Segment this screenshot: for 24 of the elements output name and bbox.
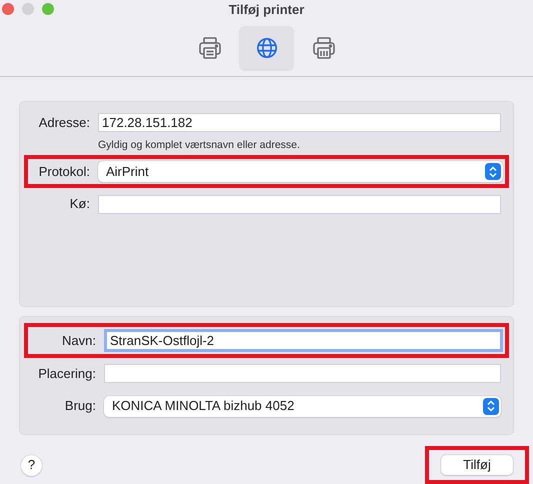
text-field[interactable] [98, 194, 501, 214]
text-field[interactable]: 172.28.151.182 [98, 113, 501, 132]
help-button[interactable]: ? [21, 454, 42, 476]
close-button[interactable] [2, 3, 14, 15]
field-label: Protokol: [38, 163, 90, 181]
stepper-chevron-icon [485, 163, 501, 180]
fax-printer-icon [312, 36, 336, 60]
globe-icon [256, 37, 278, 59]
popup-menu[interactable]: AirPrint [98, 161, 503, 182]
hint-text: Gyldig og komplet værtsnavn eller adresse. [98, 138, 301, 152]
toolbar-tab[interactable] [239, 26, 294, 70]
text-field[interactable] [104, 364, 501, 384]
field-label: Kø: [68, 195, 90, 214]
field-label: Navn: [61, 332, 96, 350]
text-field[interactable]: StranSK-Ostflojl-2 [104, 329, 503, 352]
field-label: Placering: [37, 365, 96, 383]
popup-menu[interactable]: KONICA MINOLTA bizhub 4052 [104, 396, 501, 416]
add-button[interactable]: Tilføj [441, 454, 513, 475]
zoom-button[interactable] [42, 3, 54, 15]
field-label: Adresse: [38, 114, 90, 132]
field-label: Brug: [64, 397, 96, 416]
stepper-chevron-icon [483, 398, 499, 414]
printer-icon [198, 36, 222, 60]
window-title: Tilføj printer [228, 1, 304, 20]
